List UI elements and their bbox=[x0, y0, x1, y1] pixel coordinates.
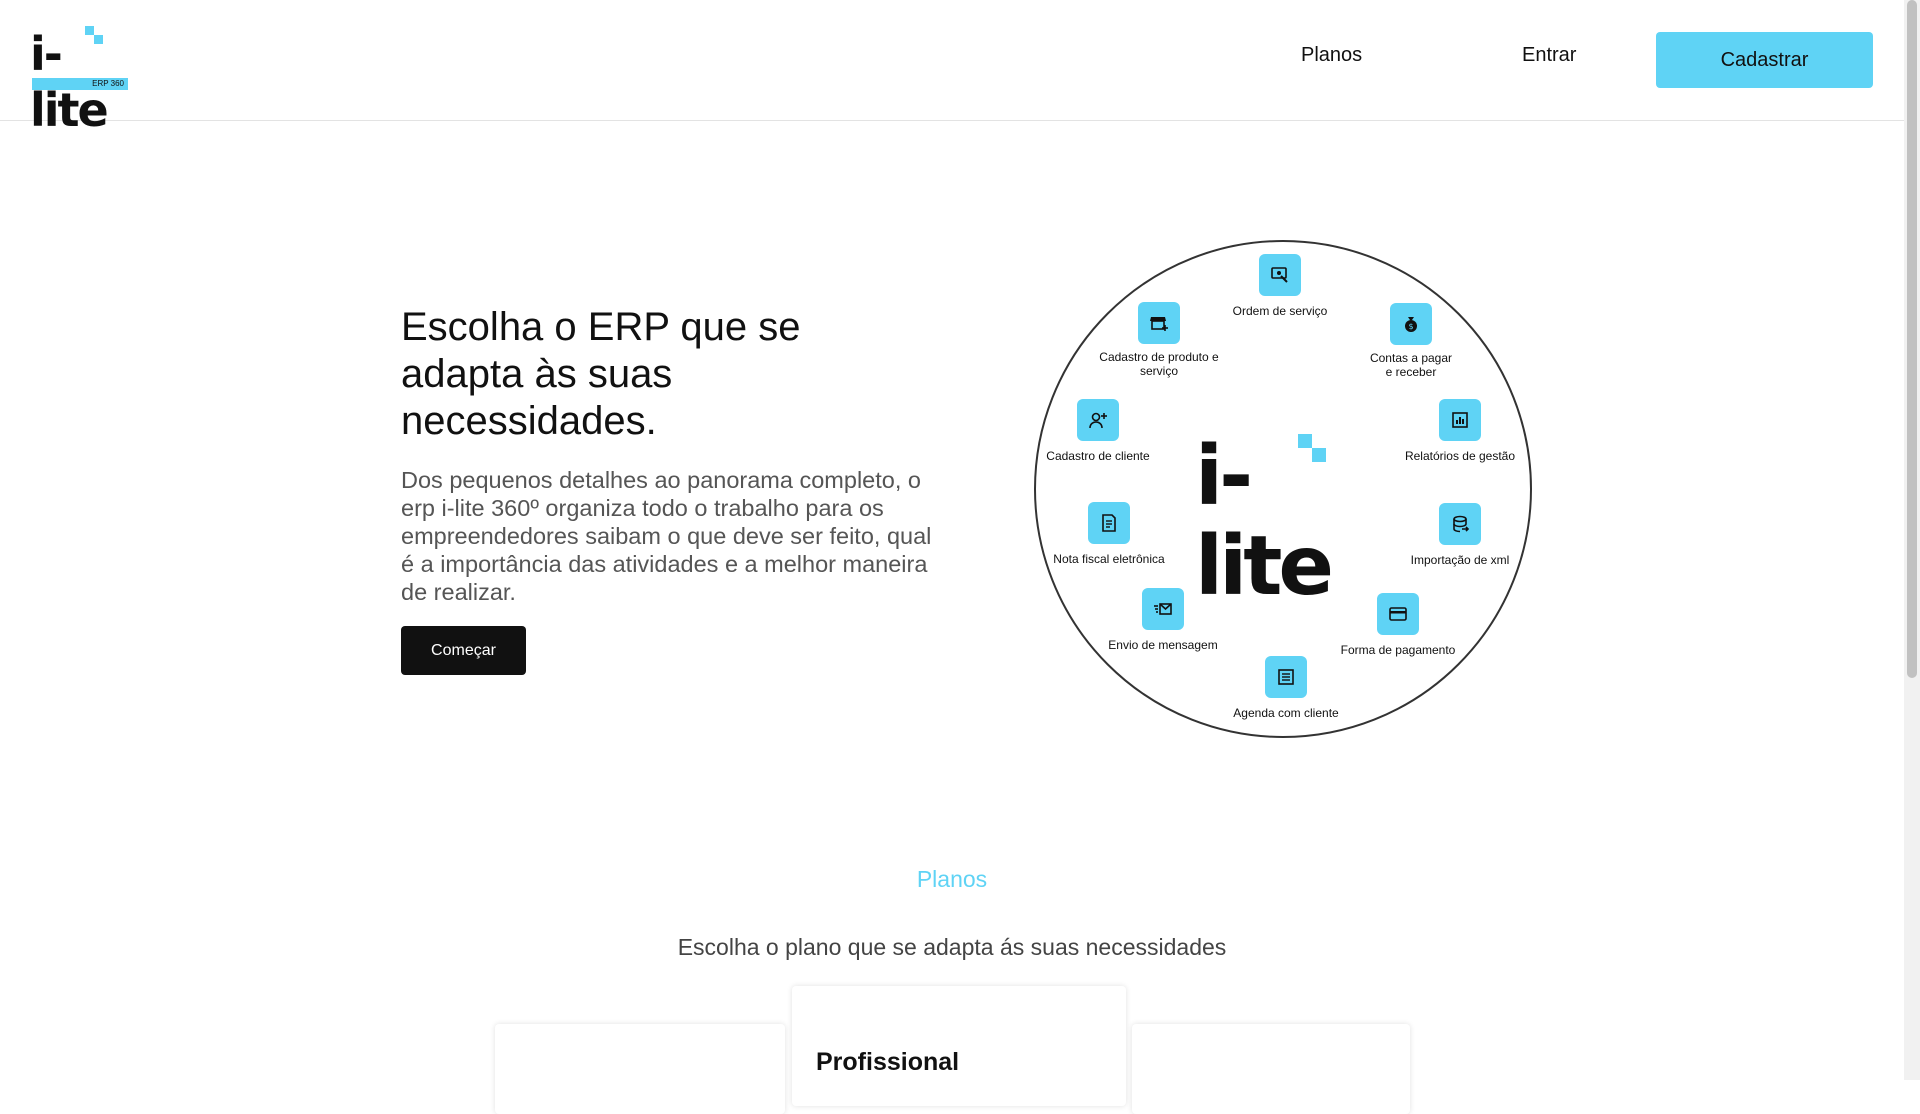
plan-name: Profissional bbox=[816, 1048, 960, 1076]
plan-card-featured[interactable]: Profissional bbox=[792, 986, 1126, 1106]
plans-subtitle: Escolha o plano que se adapta ás suas ne… bbox=[677, 934, 1227, 960]
store-add-icon bbox=[1138, 302, 1180, 344]
feature-cadastro-produto: Cadastro de produto e serviço bbox=[1079, 302, 1239, 378]
feature-label: Importação de xml bbox=[1410, 553, 1510, 567]
feature-cadastro-cliente: Cadastro de cliente bbox=[1018, 399, 1178, 463]
top-header: i-lite ERP 360 Planos Entrar Cadastrar bbox=[0, 0, 1904, 137]
service-order-icon bbox=[1259, 254, 1301, 296]
brand-logo[interactable]: i-lite ERP 360 bbox=[30, 26, 130, 137]
invoice-icon bbox=[1088, 502, 1130, 544]
comecar-button[interactable]: Começar bbox=[401, 626, 526, 675]
plan-card-right[interactable] bbox=[1132, 1024, 1410, 1114]
feature-pagamento: Forma de pagamento bbox=[1318, 593, 1478, 657]
feature-label: Forma de pagamento bbox=[1340, 643, 1456, 657]
feature-label: Nota fiscal eletrônica bbox=[1053, 552, 1165, 566]
hero-description: Dos pequenos detalhes ao panorama comple… bbox=[401, 467, 932, 605]
logo-accent-square bbox=[94, 35, 103, 44]
add-user-icon bbox=[1077, 399, 1119, 441]
plans-section-label: Planos bbox=[916, 866, 988, 892]
credit-card-icon bbox=[1377, 593, 1419, 635]
logo-bar: ERP 360 bbox=[32, 78, 128, 90]
send-mail-icon bbox=[1142, 588, 1184, 630]
hero-title: Escolha o ERP que se adapta às suas nece… bbox=[401, 305, 801, 443]
logo-accent-square bbox=[1298, 434, 1312, 448]
money-bag-icon: $ bbox=[1390, 303, 1432, 345]
feature-label: Cadastro de produto e serviço bbox=[1099, 350, 1219, 378]
calendar-list-icon bbox=[1265, 656, 1307, 698]
cadastrar-button[interactable]: Cadastrar bbox=[1656, 32, 1873, 88]
feature-relatorios: Relatórios de gestão bbox=[1380, 399, 1540, 463]
feature-label: Envio de mensagem bbox=[1108, 638, 1218, 652]
feature-nota-fiscal: Nota fiscal eletrônica bbox=[1029, 502, 1189, 566]
feature-contas: $ Contas a pagar e receber bbox=[1331, 303, 1491, 379]
feature-mensagem: Envio de mensagem bbox=[1083, 588, 1243, 652]
nav-planos-link[interactable]: Planos bbox=[1301, 44, 1362, 67]
logo-accent-square bbox=[1312, 448, 1326, 462]
scrollbar-thumb[interactable] bbox=[1907, 0, 1917, 678]
feature-importacao: Importação de xml bbox=[1380, 503, 1540, 567]
plan-card-left[interactable] bbox=[495, 1024, 785, 1114]
feature-label: Cadastro de cliente bbox=[1046, 449, 1150, 463]
center-logo-text: i-lite bbox=[1195, 429, 1334, 614]
svg-text:$: $ bbox=[1408, 322, 1413, 331]
center-logo: i-lite bbox=[1195, 432, 1375, 612]
feature-label: Agenda com cliente bbox=[1233, 706, 1339, 720]
logo-accent-square bbox=[85, 26, 94, 35]
logo-subtitle: ERP 360 bbox=[92, 79, 124, 88]
feature-label: Relatórios de gestão bbox=[1404, 449, 1516, 463]
feature-agenda: Agenda com cliente bbox=[1206, 656, 1366, 720]
database-import-icon bbox=[1439, 503, 1481, 545]
nav-entrar-link[interactable]: Entrar bbox=[1522, 44, 1576, 67]
report-chart-icon bbox=[1439, 399, 1481, 441]
feature-label: Contas a pagar e receber bbox=[1369, 351, 1453, 379]
